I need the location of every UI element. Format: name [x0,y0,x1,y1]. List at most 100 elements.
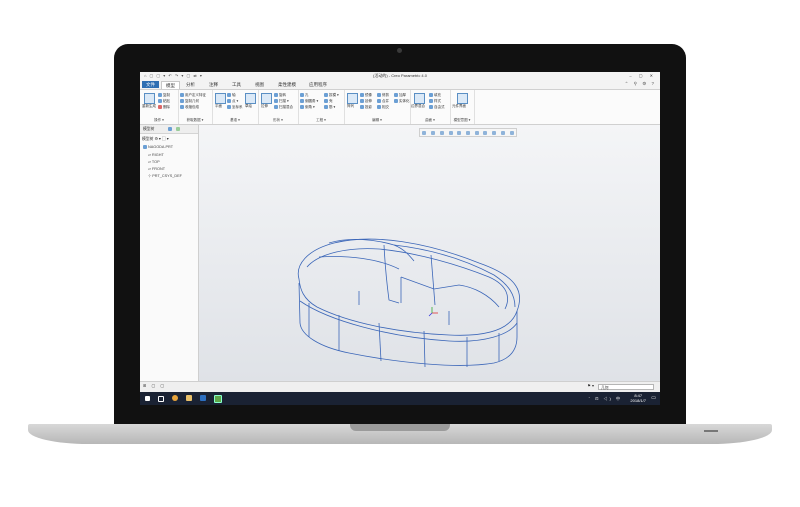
paste-button[interactable]: 粘贴 [163,99,170,103]
lid-notch [350,424,450,431]
folder-icon[interactable] [168,127,172,131]
shrinkwrap-button[interactable]: 收缩包络 [185,105,199,109]
tree-item-front[interactable]: ▱ FRONT [148,166,165,171]
clock[interactable]: 8:47 2018/1/7 [630,393,646,403]
style-button[interactable]: 样式 [434,99,441,103]
window-title: (活动的) - Creo Parametric 4.0 [372,73,427,78]
plane-icon[interactable] [215,93,226,104]
selection-filter-icon[interactable]: ⚑ ▾ [587,383,594,388]
system-tray[interactable]: ˆ ⊡ ◁) 中 [589,396,622,402]
axis-button[interactable]: 轴 [232,93,236,97]
hole-icon [300,93,304,98]
chrome-icon[interactable] [172,395,178,401]
intersect-button[interactable]: 相交 [382,105,389,109]
regenerate-button[interactable]: 重新生成 [142,104,156,109]
mirror-button[interactable]: 镜像 [365,93,372,97]
tree-item-part[interactable]: NAGODA.PRT [143,145,173,149]
sketch-icon[interactable] [245,93,256,104]
sweep-button[interactable]: 扫描 ▾ [279,99,289,103]
rib-button[interactable]: 筋 ▾ [329,105,335,109]
paste-icon [158,99,162,104]
tab-analysis[interactable]: 分析 [182,81,199,88]
group-label-get-data: 获取数据 ▾ [186,118,204,122]
tab-flexible-modeling[interactable]: 柔性建模 [274,81,300,88]
task-view-icon[interactable] [158,396,164,402]
model-tree-panel: 模型树 模型树 ⚙ ▾ ▢ ▾ NAGODA.PRT ▱ RIGHT ▱ TOP… [140,125,199,381]
boundary-blend-icon[interactable] [414,93,425,104]
file-explorer-icon[interactable] [186,395,192,401]
component-interface-button[interactable]: 元件界面 [452,104,466,109]
chamfer-icon [300,105,304,110]
extrude-button[interactable]: 拉伸 [261,104,268,109]
selection-filter-dropdown[interactable]: 几何 [598,384,654,390]
pattern-button[interactable]: 阵列 [347,104,354,109]
store-icon[interactable] [200,395,206,401]
point-button[interactable]: 点 ▾ [232,99,238,103]
trim-button[interactable]: 修剪 [382,93,389,97]
freestyle-button[interactable]: 自由式 [434,105,445,109]
ribbon: 重新生成 复制 粘贴 删除 操作 ▾ 用户定义特征 复制几何 收缩包络 获取数据… [140,90,660,125]
extrude-icon[interactable] [261,93,272,104]
ribbon-tab-bar: 文件 模型 分析 注释 工具 视图 柔性建模 应用程序 ⌃ ⚲ ⚙ ? [140,80,660,90]
tab-applications[interactable]: 应用程序 [305,81,331,88]
wireframe-model[interactable] [199,125,660,381]
sweep-icon [274,99,278,104]
draft-button[interactable]: 拔模 ▾ [329,93,339,97]
sketch-button[interactable]: 草绘 [245,104,252,109]
pattern-icon[interactable] [347,93,358,104]
regenerate-icon[interactable] [144,93,155,104]
freestyle-icon [429,105,433,110]
revolve-button[interactable]: 旋转 [279,93,286,97]
tree-item-csys[interactable]: ⊹ PRT_CSYS_DEF [148,173,182,178]
status-light [704,430,718,432]
swept-blend-button[interactable]: 扫描混合 [279,105,293,109]
extend-button[interactable]: 延伸 [365,99,372,103]
group-label-surfaces: 曲面 ▾ [425,118,435,122]
udf-button[interactable]: 用户定义特征 [185,93,206,97]
tab-model[interactable]: 模型 [161,81,180,89]
tab-annotate[interactable]: 注释 [205,81,222,88]
settings-icon[interactable]: ⚙ ▾ ▢ ▾ [154,137,168,141]
plane-button[interactable]: 平面 [215,104,222,109]
copy-button[interactable]: 复制 [163,93,170,97]
tree-item-right[interactable]: ▱ RIGHT [148,152,164,157]
delete-button[interactable]: 删除 [163,105,170,109]
creo-taskbar-icon[interactable] [214,395,222,403]
mirror-icon [360,93,364,98]
round-icon [300,99,304,104]
project-button[interactable]: 投影 [365,105,372,109]
favorites-icon[interactable] [176,127,180,131]
tab-file[interactable]: 文件 [142,81,159,88]
clock-date: 2018/1/7 [630,398,646,403]
round-button[interactable]: 倒圆角 ▾ [305,99,318,103]
solidify-button[interactable]: 实体化 [399,99,410,103]
copy-geometry-button[interactable]: 复制几何 [185,99,199,103]
group-label-datum: 基准 ▾ [230,118,240,122]
window-controls[interactable]: – ▢ ✕ [629,73,656,78]
thicken-button[interactable]: 加厚 [399,93,406,97]
shell-button[interactable]: 壳 [329,99,333,103]
boundary-blend-button[interactable]: 边界混合 [411,104,425,109]
group-engineering: 孔 倒圆角 ▾ 倒角 ▾ 拔模 ▾ 壳 筋 ▾ 工程 ▾ [298,90,345,124]
group-operations: 重新生成 复制 粘贴 删除 操作 ▾ [140,90,179,124]
hole-button[interactable]: 孔 [305,93,309,97]
tab-model-tree[interactable]: 模型树 [143,127,154,132]
help-search-icons[interactable]: ⌃ ⚲ ⚙ ? [625,81,656,87]
tree-item-top[interactable]: ▱ TOP [148,159,160,164]
notification-icon[interactable]: ▭ [651,395,656,401]
graphics-window[interactable] [199,125,660,381]
component-interface-icon[interactable] [457,93,468,104]
tab-view[interactable]: 视图 [251,81,268,88]
merge-button[interactable]: 合并 [382,99,389,103]
group-label-model-intent: 模型意图 ▾ [453,118,471,122]
group-label-engineering: 工程 ▾ [316,118,326,122]
chamfer-button[interactable]: 倒角 ▾ [305,105,315,109]
trim-icon [377,93,381,98]
status-icons[interactable]: ⊞ ▢ ▢ [143,383,166,388]
fill-button[interactable]: 填充 [434,93,441,97]
csys-icon [227,105,231,110]
part-icon [143,145,147,149]
tab-tools[interactable]: 工具 [228,81,245,88]
start-icon[interactable] [145,396,150,401]
csys-button[interactable]: 坐标系 [232,105,243,109]
